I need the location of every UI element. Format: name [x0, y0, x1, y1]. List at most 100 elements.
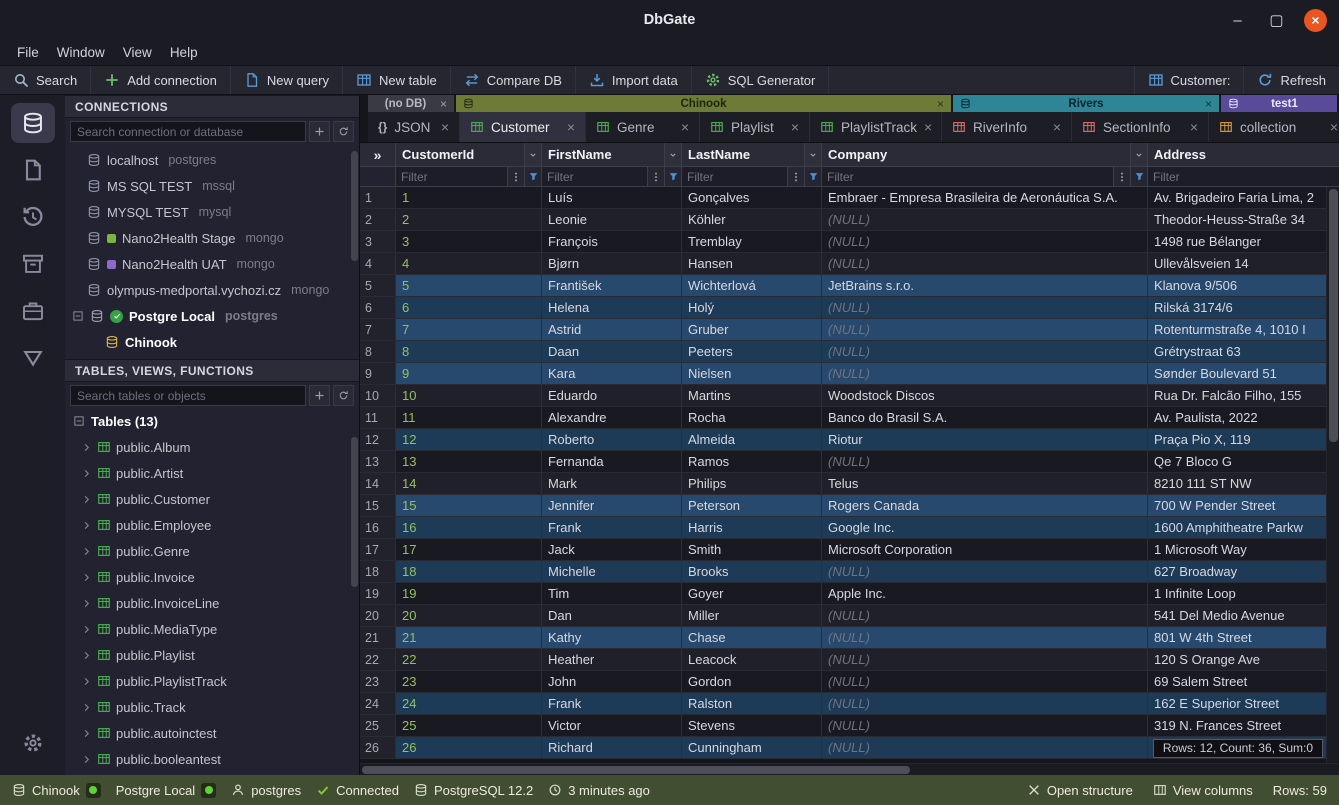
connection-item-nano2health-stage[interactable]: Nano2Health Stagemongo [65, 225, 359, 251]
cell-company[interactable]: Google Inc. [822, 517, 1148, 538]
cell-firstname[interactable]: Helena [542, 297, 682, 318]
row-number[interactable]: 25 [360, 715, 396, 736]
table-item-public-genre[interactable]: public.Genre [65, 538, 359, 564]
cell-lastname[interactable]: Peeters [682, 341, 822, 362]
cell-address[interactable]: 1 Microsoft Way [1148, 539, 1339, 560]
column-header-customerid[interactable]: CustomerId [396, 143, 542, 166]
menu-window[interactable]: Window [48, 40, 114, 65]
cell-customerid[interactable]: 5 [396, 275, 542, 296]
tables-group-row[interactable]: Tables (13) [65, 409, 359, 433]
cell-firstname[interactable]: Victor [542, 715, 682, 736]
cell-address[interactable]: 8210 111 ST NW [1148, 473, 1339, 494]
close-group-icon[interactable]: × [937, 97, 944, 111]
row-number[interactable]: 2 [360, 209, 396, 230]
cell-customerid[interactable]: 11 [396, 407, 542, 428]
db-group-test1[interactable]: test1 [1221, 95, 1337, 112]
column-menu-button[interactable] [1130, 143, 1147, 166]
column-header-firstname[interactable]: FirstName [542, 143, 682, 166]
cell-address[interactable]: 69 Salem Street [1148, 671, 1339, 692]
cell-company[interactable]: (NULL) [822, 363, 1148, 384]
cell-lastname[interactable]: Gordon [682, 671, 822, 692]
grid-row[interactable]: 2020DanMiller(NULL)541 Del Medio Avenue [360, 605, 1339, 627]
cell-address[interactable]: Av. Brigadeiro Faria Lima, 2 [1148, 187, 1339, 208]
filter-menu-button[interactable] [1113, 167, 1130, 186]
cell-address[interactable]: 1600 Amphitheatre Parkw [1148, 517, 1339, 538]
filter-input-company[interactable] [822, 170, 1113, 184]
cell-company[interactable]: (NULL) [822, 451, 1148, 472]
toolbar-button-import-data[interactable]: Import data [576, 66, 692, 94]
cell-company[interactable]: (NULL) [822, 605, 1148, 626]
status-postgre-local[interactable]: Postgre Local [116, 783, 217, 798]
connection-item-olympus-medportal-vychozi-cz[interactable]: olympus-medportal.vychozi.czmongo [65, 277, 359, 303]
cell-firstname[interactable]: Kara [542, 363, 682, 384]
cell-lastname[interactable]: Peterson [682, 495, 822, 516]
filter-funnel-button[interactable] [524, 167, 541, 186]
cell-company[interactable]: Riotur [822, 429, 1148, 450]
cell-firstname[interactable]: Bjørn [542, 253, 682, 274]
grid-row[interactable]: 1414MarkPhilipsTelus8210 111 ST NW [360, 473, 1339, 495]
connection-item-nano2health-uat[interactable]: Nano2Health UATmongo [65, 251, 359, 277]
cell-company[interactable]: (NULL) [822, 737, 1148, 758]
cell-firstname[interactable]: Jennifer [542, 495, 682, 516]
cell-address[interactable]: 1 Infinite Loop [1148, 583, 1339, 604]
cell-address[interactable]: Rotenturmstraße 4, 1010 I [1148, 319, 1339, 340]
cell-firstname[interactable]: Jack [542, 539, 682, 560]
cell-lastname[interactable]: Köhler [682, 209, 822, 230]
cell-company[interactable]: (NULL) [822, 231, 1148, 252]
row-number[interactable]: 23 [360, 671, 396, 692]
toolbar-button-search[interactable]: Search [0, 66, 91, 94]
cell-address[interactable]: 801 W 4th Street [1148, 627, 1339, 648]
cell-company[interactable]: (NULL) [822, 649, 1148, 670]
grid-row[interactable]: 99KaraNielsen(NULL)Sønder Boulevard 51 [360, 363, 1339, 385]
cell-firstname[interactable]: John [542, 671, 682, 692]
grid-row[interactable]: 11LuísGonçalvesEmbraer - Empresa Brasile… [360, 187, 1339, 209]
cell-company[interactable]: Apple Inc. [822, 583, 1148, 604]
row-number[interactable]: 19 [360, 583, 396, 604]
cell-firstname[interactable]: Daan [542, 341, 682, 362]
cell-firstname[interactable]: Heather [542, 649, 682, 670]
cell-lastname[interactable]: Tremblay [682, 231, 822, 252]
db-group-rivers[interactable]: Rivers× [953, 95, 1219, 112]
grid-row[interactable]: 1111AlexandreRochaBanco do Brasil S.A.Av… [360, 407, 1339, 429]
row-number[interactable]: 22 [360, 649, 396, 670]
cell-customerid[interactable]: 17 [396, 539, 542, 560]
row-number[interactable]: 3 [360, 231, 396, 252]
cell-lastname[interactable]: Gruber [682, 319, 822, 340]
cell-firstname[interactable]: Roberto [542, 429, 682, 450]
column-menu-button[interactable] [804, 143, 821, 166]
filter-input-customerid[interactable] [396, 170, 507, 184]
cell-company[interactable]: (NULL) [822, 319, 1148, 340]
filter-funnel-button[interactable] [804, 167, 821, 186]
grid-row[interactable]: 1818MichelleBrooks(NULL)627 Broadway [360, 561, 1339, 583]
cell-lastname[interactable]: Smith [682, 539, 822, 560]
cell-lastname[interactable]: Philips [682, 473, 822, 494]
cell-address[interactable]: Qe 7 Bloco G [1148, 451, 1339, 472]
expand-columns-header[interactable]: » [360, 143, 396, 166]
status-chinook[interactable]: Chinook [12, 783, 101, 798]
cell-company[interactable]: (NULL) [822, 209, 1148, 230]
connections-scrollbar[interactable] [351, 151, 358, 261]
row-number[interactable]: 6 [360, 297, 396, 318]
tab-sectioninfo[interactable]: SectionInfo× [1072, 112, 1209, 142]
cell-address[interactable]: 319 N. Frances Street [1148, 715, 1339, 736]
cell-lastname[interactable]: Wichterlová [682, 275, 822, 296]
grid-row[interactable]: 2424FrankRalston(NULL)162 E Superior Str… [360, 693, 1339, 715]
close-tab-icon[interactable]: × [567, 119, 575, 135]
cell-address[interactable]: 162 E Superior Street [1148, 693, 1339, 714]
close-tab-icon[interactable]: × [1330, 119, 1338, 135]
row-number[interactable]: 7 [360, 319, 396, 340]
grid-horizontal-scrollbar[interactable] [360, 763, 1339, 775]
column-menu-button[interactable] [664, 143, 681, 166]
close-group-icon[interactable]: × [1205, 97, 1212, 111]
cell-firstname[interactable]: Frank [542, 693, 682, 714]
tab-playlist[interactable]: Playlist× [700, 112, 810, 142]
tab-playlisttrack[interactable]: PlaylistTrack× [810, 112, 942, 142]
cell-company[interactable]: (NULL) [822, 715, 1148, 736]
toolbar-button-sql-generator[interactable]: SQL Generator [692, 66, 830, 94]
toolbar-button-new-table[interactable]: New table [343, 66, 451, 94]
table-item-public-track[interactable]: public.Track [65, 694, 359, 720]
menu-view[interactable]: View [114, 40, 161, 65]
row-number[interactable]: 9 [360, 363, 396, 384]
column-header-address[interactable]: Address [1148, 143, 1339, 166]
sidebar-icon-archive[interactable] [11, 244, 55, 284]
